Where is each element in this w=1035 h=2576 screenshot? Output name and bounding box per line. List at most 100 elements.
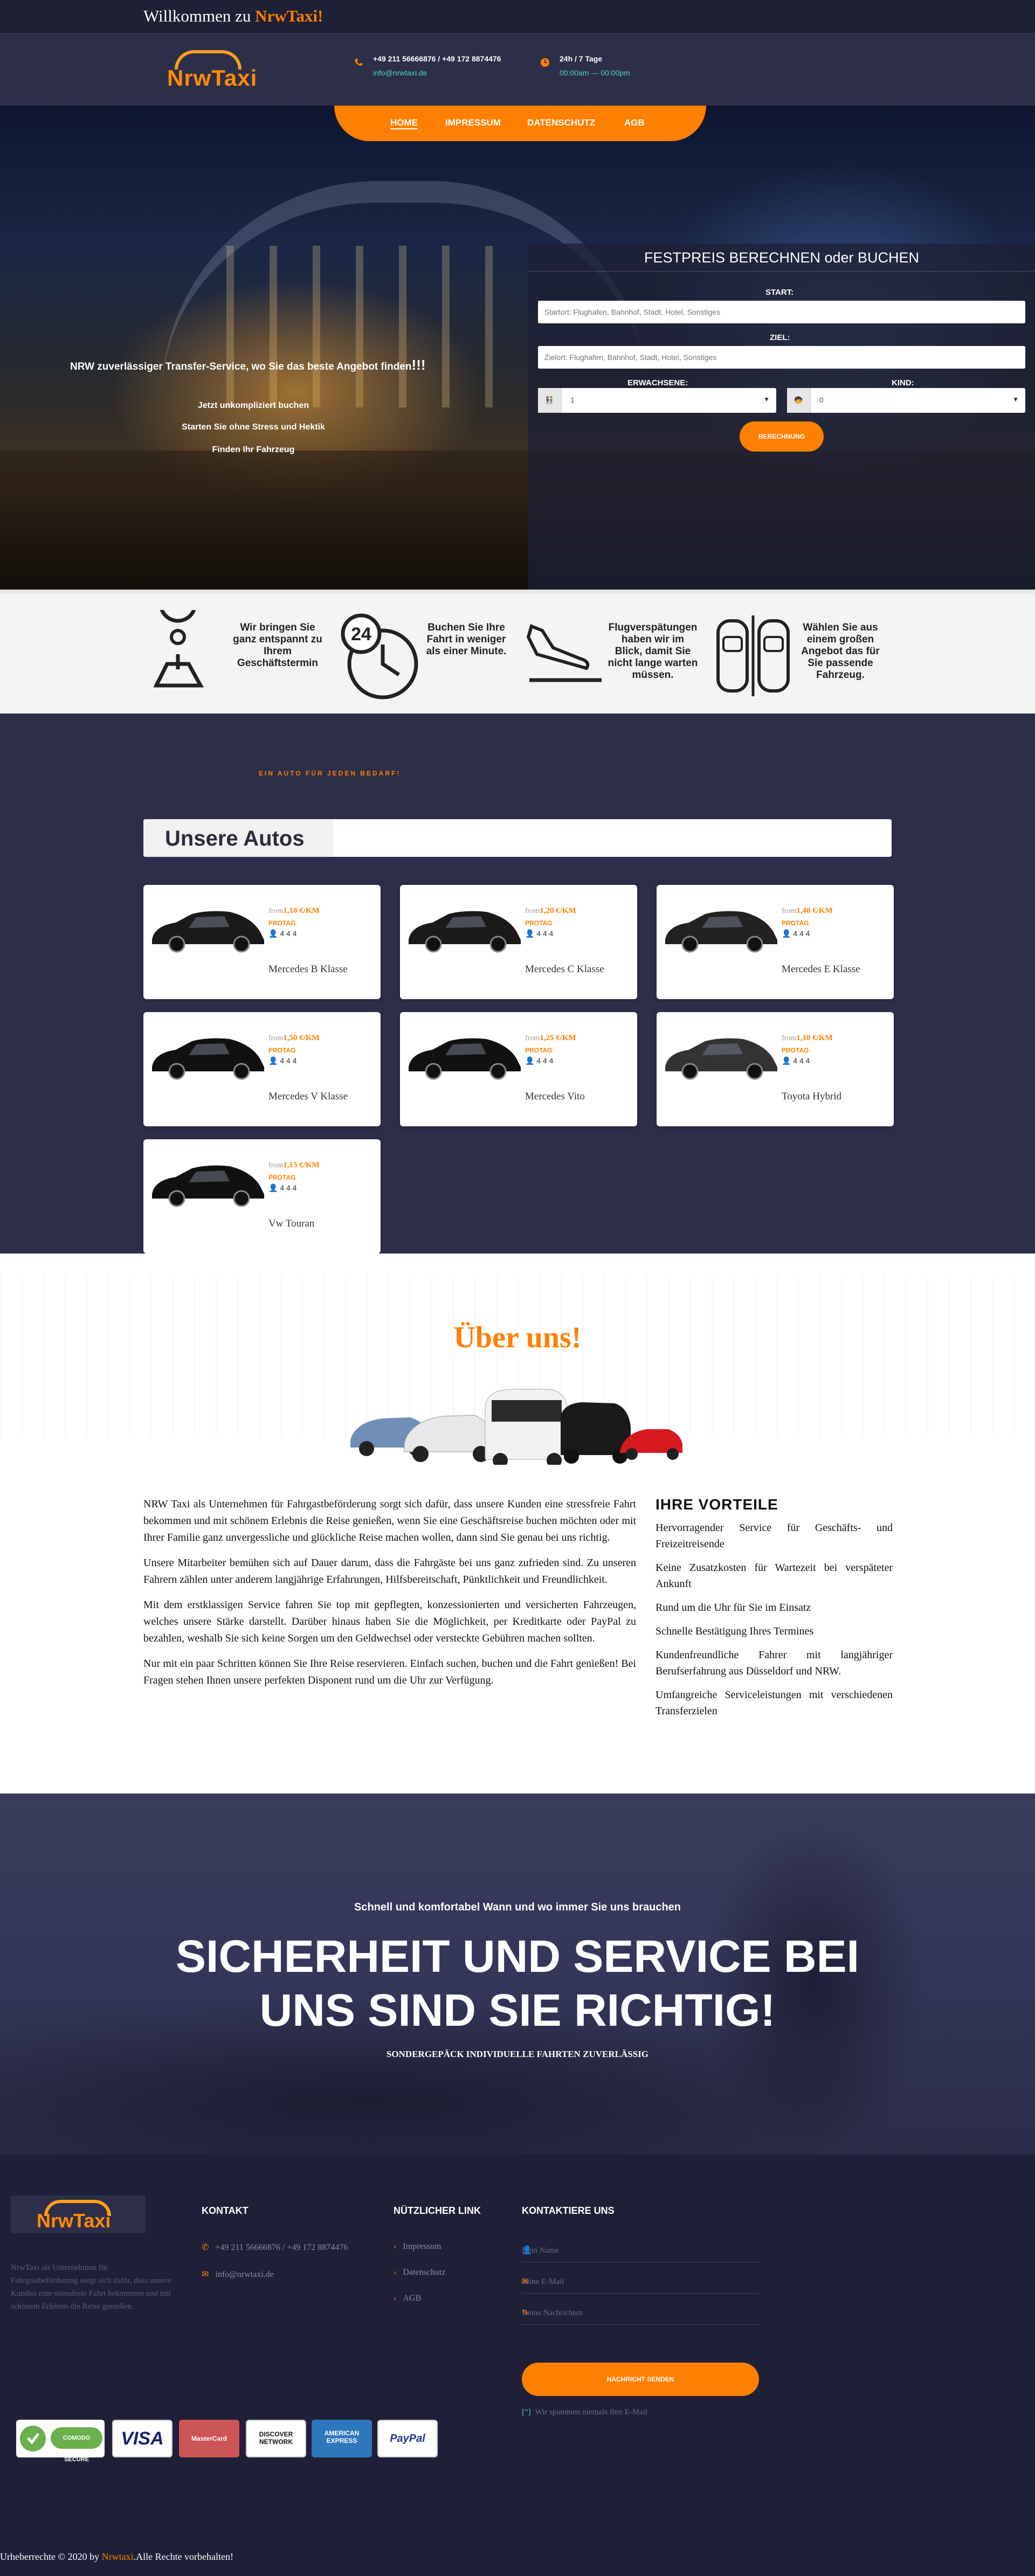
start-input[interactable] — [538, 301, 1025, 323]
car-price-value: 1,20 € — [540, 906, 560, 915]
main-nav: HOME IMPRESSUM DATENSCHUTZ AGB — [334, 106, 706, 141]
footer-link-label: Datenschutz — [403, 2268, 446, 2277]
copyright-prefix: Urheberrechte © 2020 by — [0, 2551, 100, 2562]
calculate-button[interactable]: BERECHNUNG — [740, 421, 824, 452]
email-field[interactable]: deine E-Mail ✉ — [522, 2272, 759, 2294]
car-specs-text: 4 4 4 — [793, 929, 810, 938]
car-card[interactable]: from1,20 €/KM PROTAG 👤 4 4 4 Mercedes C Kla… — [400, 885, 637, 999]
name-field[interactable]: Dein Name 👤 — [522, 2241, 759, 2262]
car-specs-text: 4 4 4 — [280, 1183, 297, 1192]
car-image — [152, 1165, 264, 1207]
car-price-value: 1,25 € — [540, 1034, 560, 1042]
clock-icon — [540, 58, 550, 67]
booking-form: FESTPREIS BERECHNEN oder BUCHEN START: Z… — [528, 244, 1035, 590]
car-name[interactable]: Mercedes B Klasse — [268, 964, 348, 975]
car-price-unit: /KM — [303, 1161, 320, 1169]
feature-item: Wählen Sie aus einem großen Angebot das … — [714, 610, 897, 702]
car-price-value: 1,50 € — [283, 1034, 303, 1042]
footer-links-title: NÜTZLICHER LINK — [394, 2205, 481, 2216]
car-card[interactable]: from1,15 €/KM PROTAG 👤 4 4 4 Vw Touran — [143, 1139, 381, 1254]
car-price-from: from — [525, 1034, 540, 1042]
banner-headline: SICHERHEIT UND SERVICE BEI UNS SIND SIE … — [176, 1931, 859, 2035]
car-name[interactable]: Toyota Hybrid — [782, 1091, 841, 1103]
mastercard-icon: MasterCard — [179, 2420, 239, 2457]
car-price: from1,50 €/KM — [268, 1034, 320, 1043]
passenger-icon: 👤 — [782, 1056, 791, 1065]
car-price: from1,25 €/KM — [525, 1034, 576, 1043]
car-card[interactable]: from1,10 €/KM PROTAG 👤 4 4 4 Toyota Hybrid — [657, 1012, 894, 1126]
send-message-button[interactable]: NACHRICHT SENDEN — [522, 2363, 759, 2396]
hours-value: 00:00am — 00:00pm — [560, 68, 630, 77]
footer-logo[interactable]: NrwTaxi — [11, 2196, 146, 2233]
car-name[interactable]: Mercedes Vito — [525, 1091, 585, 1103]
car-image — [152, 911, 264, 953]
footer-link[interactable]: › Datenschutz — [394, 2268, 445, 2277]
car-specs: 👤 4 4 4 — [525, 1056, 553, 1065]
copyright-brand[interactable]: Nrwtaxi — [102, 2551, 134, 2562]
mail-icon: ✉ — [202, 2270, 209, 2279]
footer-link-label: AGB — [403, 2294, 422, 2303]
adults-value: 1 — [570, 396, 575, 404]
about-title: Über uns! — [453, 1321, 582, 1354]
feature-item: 24 Buchen Sie Ihre Fahrt in weniger als … — [340, 610, 523, 702]
cars-title: Unsere Autos — [165, 827, 305, 850]
car-price-unit: /KM — [560, 1034, 576, 1042]
advantage-item: Hervorragender Service für Geschäfts- un… — [656, 1522, 893, 1550]
nav-home[interactable]: HOME — [390, 117, 418, 129]
passenger-icon: 👤 — [268, 929, 278, 938]
hero-section: NRW zuverlässiger Transfer-Service, wo S… — [0, 106, 1035, 590]
advantage-item: Keine Zusatzkosten für Wartezeit bei ver… — [656, 1562, 893, 1590]
car-specs: 👤 4 4 4 — [525, 929, 553, 938]
amex-icon: AMERICAN EXPRESS — [312, 2420, 372, 2457]
top-bar: Willkommen zu NrwTaxi! — [0, 0, 1035, 33]
advantage-item: Rund um die Uhr für Sie im Einsatz — [656, 1602, 811, 1614]
site-logo[interactable]: NrwTaxi — [167, 47, 257, 91]
ziel-label: ZIEL: — [770, 333, 790, 342]
cars-titlebar: Unsere Autos — [143, 819, 892, 857]
header-contact: +49 211 56666876 / +49 172 8874476 info@… — [354, 54, 526, 87]
nav-datenschutz[interactable]: DATENSCHUTZ — [527, 117, 595, 128]
feature-text: Wählen Sie aus einem großen Angebot das … — [801, 622, 880, 681]
about-paragraph: Unsere Mitarbeiter bemühen sich auf Daue… — [143, 1557, 636, 1585]
chevron-right-icon: › — [394, 2242, 397, 2251]
car-price-from: from — [268, 1034, 284, 1042]
passenger-icon: 👤 — [782, 929, 791, 938]
car-price-tag: PROTAG — [782, 1047, 809, 1054]
footer-link[interactable]: › AGB — [394, 2294, 421, 2303]
car-specs-text: 4 4 4 — [793, 1056, 810, 1065]
kids-select[interactable]: 🧒 0 ▼ — [787, 388, 1025, 413]
car-card[interactable]: from1,25 €/KM PROTAG 👤 4 4 4 Mercedes Vito — [400, 1012, 637, 1126]
feature-text: Buchen Sie Ihre Fahrt in weniger als ein… — [426, 622, 507, 657]
kids-icon: 🧒 — [787, 388, 811, 413]
footer-phone[interactable]: ✆ +49 211 56666876 / +49 172 8874476 — [202, 2242, 348, 2253]
header-phone[interactable]: +49 211 56666876 / +49 172 8874476 — [373, 54, 501, 63]
hero-tagline: NRW zuverlässiger Transfer-Service, wo S… — [70, 357, 426, 373]
car-name[interactable]: Mercedes V Klasse — [268, 1091, 348, 1103]
advantage-item: Schnelle Bestätigung Ihres Termines — [656, 1625, 814, 1637]
car-card[interactable]: from1,40 €/KM PROTAG 👤 4 4 4 Mercedes E Kla… — [657, 885, 894, 999]
car-name[interactable]: Mercedes C Klasse — [525, 964, 604, 975]
hero-point: Finden Ihr Fahrzeug — [212, 445, 295, 454]
car-image — [409, 911, 521, 953]
car-card[interactable]: from1,50 €/KM PROTAG 👤 4 4 4 Mercedes V Kla… — [143, 1012, 381, 1126]
car-card[interactable]: from1,10 €/KM PROTAG 👤 4 4 4 Mercedes B Kla… — [143, 885, 381, 999]
footer-email[interactable]: ✉ info@nrwtaxi.de — [202, 2269, 274, 2280]
map-pin-icon — [153, 610, 204, 688]
header-email[interactable]: info@nrwtaxi.de — [373, 68, 427, 77]
advantage-item: Kundenfreundliche Fahrer mit langjährige… — [656, 1649, 893, 1677]
car-specs: 👤 4 4 4 — [268, 1183, 296, 1193]
fleet-van-black — [561, 1402, 631, 1464]
car-name[interactable]: Mercedes E Klasse — [782, 964, 860, 975]
car-name[interactable]: Vw Touran — [268, 1218, 314, 1230]
nav-impressum[interactable]: IMPRESSUM — [445, 117, 501, 128]
car-price-value: 1,40 € — [796, 906, 817, 915]
nav-agb[interactable]: AGB — [624, 117, 645, 128]
car-price-from: from — [525, 907, 540, 915]
about-paragraph: Mit dem erstklassigen Service fahren Sie… — [143, 1599, 636, 1644]
footer-link[interactable]: › Impressum — [394, 2242, 441, 2252]
cars-top-icon — [716, 615, 790, 696]
ziel-input[interactable] — [538, 346, 1025, 369]
adults-select[interactable]: 👫 1 ▼ — [538, 388, 776, 413]
message-field[interactable]: Deine Nachrichten ✎ — [522, 2303, 759, 2325]
comodo-badge: COMODO SECURE — [16, 2420, 105, 2463]
